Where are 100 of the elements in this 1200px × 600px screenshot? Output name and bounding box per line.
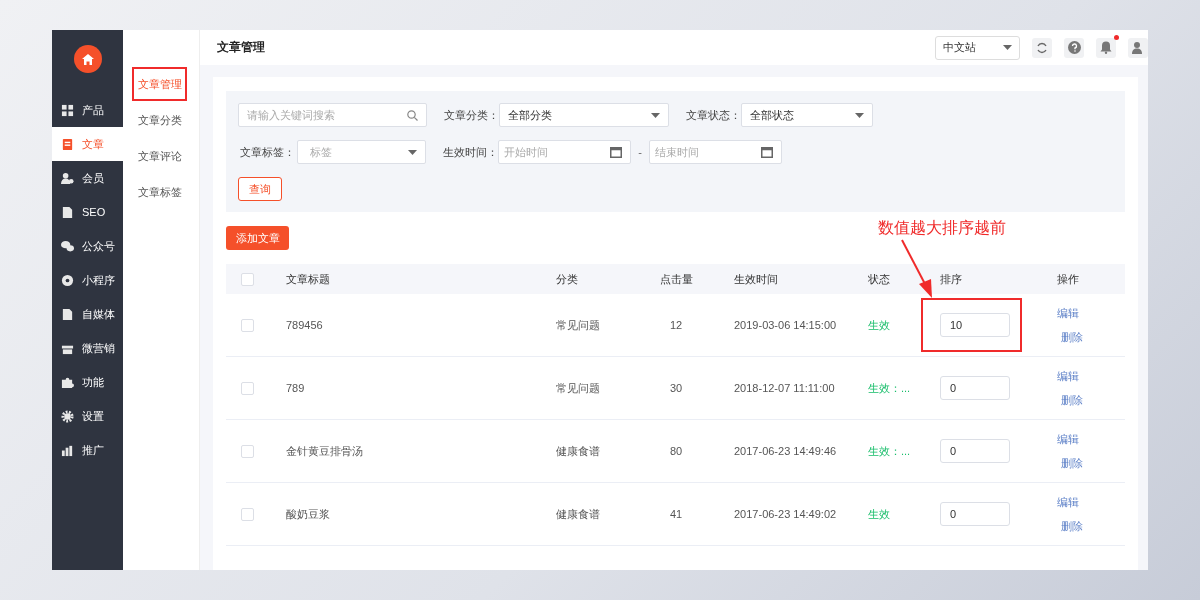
sidebar-item[interactable]: 自媒体 (52, 297, 123, 331)
settings-icon (61, 409, 74, 423)
subnav-item[interactable]: 文章标签 (132, 175, 187, 209)
sidebar-label: SEO (82, 206, 106, 218)
sidebar-item[interactable]: 推广 (52, 433, 123, 467)
subnav-item[interactable]: 文章管理 (132, 67, 187, 101)
article-title: 金针黄豆排骨汤 (286, 443, 363, 459)
sidebar-item[interactable]: SEO (52, 195, 123, 229)
status-text: 生效：... (868, 380, 911, 396)
page-title: 文章管理 (217, 39, 266, 56)
category-select[interactable]: 全部分类 (499, 103, 669, 127)
delete-link[interactable]: 删除 (1061, 518, 1083, 534)
file-icon (61, 307, 74, 321)
field-label: 文章标签： (239, 144, 296, 160)
sort-field[interactable]: 0 (940, 376, 1010, 400)
effective-time: 2017-06-23 14:49:46 (734, 445, 837, 457)
caret-icon (408, 149, 417, 155)
click-count: 30 (669, 382, 683, 394)
sidebar-item[interactable]: 微营销 (52, 331, 123, 365)
home-button[interactable] (73, 45, 102, 73)
refresh-icon (1036, 41, 1048, 54)
column-header: 点击量 (659, 271, 693, 287)
globe-icon (61, 273, 74, 287)
edit-link[interactable]: 编辑 (1057, 305, 1079, 321)
subnav-item[interactable]: 文章评论 (132, 139, 187, 173)
calendar-icon (761, 146, 773, 158)
status-text: 生效 (868, 506, 890, 522)
delete-link[interactable]: 删除 (1061, 329, 1083, 345)
row-checkbox[interactable] (241, 381, 254, 395)
status-select[interactable]: 全部状态 (741, 103, 873, 127)
sidebar-item[interactable]: 产品 (52, 93, 123, 127)
delete-link[interactable]: 删除 (1061, 392, 1083, 408)
effective-time: 2017-06-23 14:49:02 (734, 508, 837, 520)
bar-chart-icon (61, 443, 74, 457)
delete-link[interactable]: 删除 (1061, 455, 1083, 471)
column-header: 操作 (1057, 271, 1079, 287)
home-icon (81, 53, 94, 65)
sidebar-item[interactable]: 公众号 (52, 229, 123, 263)
sidebar-item[interactable]: 文章 (52, 127, 123, 161)
caret-icon (651, 112, 660, 118)
click-count: 12 (669, 319, 683, 331)
article-title: 789 (286, 382, 305, 394)
sidebar-label: 文章 (82, 136, 104, 152)
calendar-icon (610, 146, 622, 158)
category-cell: 常见问题 (556, 317, 600, 333)
caret-icon (855, 112, 864, 118)
help-icon (1067, 41, 1081, 54)
row-checkbox[interactable] (241, 318, 254, 332)
notification-button[interactable] (1096, 37, 1116, 58)
row-checkbox[interactable] (241, 444, 254, 458)
effective-time: 2019-03-06 14:15:00 (734, 319, 837, 331)
sidebar-label: 自媒体 (82, 306, 115, 322)
sidebar-label: 微营销 (82, 340, 115, 356)
sidebar-item[interactable]: 功能 (52, 365, 123, 399)
query-button[interactable]: 查询 (238, 177, 282, 201)
click-count: 80 (669, 445, 683, 457)
user-icon (1132, 41, 1144, 54)
effective-time: 2018-12-07 11:11:00 (734, 382, 835, 394)
search-icon (407, 109, 418, 121)
document-icon (61, 137, 74, 151)
puzzle-icon (61, 375, 74, 389)
file-icon (61, 205, 74, 219)
edit-link[interactable]: 编辑 (1057, 494, 1079, 510)
sidebar-label: 小程序 (82, 272, 115, 288)
edit-link[interactable]: 编辑 (1057, 368, 1079, 384)
column-header: 文章标题 (286, 271, 330, 287)
sidebar-item[interactable]: 小程序 (52, 263, 123, 297)
subnav-item[interactable]: 文章分类 (132, 103, 187, 137)
category-cell: 健康食谱 (556, 506, 600, 522)
status-text: 生效：... (868, 443, 911, 459)
sort-field[interactable]: 10 (940, 313, 1010, 337)
sidebar-item[interactable]: 设置 (52, 399, 123, 433)
row-checkbox[interactable] (241, 507, 254, 521)
refresh-button[interactable] (1032, 37, 1052, 58)
sort-field[interactable]: 0 (940, 502, 1010, 526)
range-separator: - (637, 146, 643, 158)
column-header: 分类 (556, 271, 578, 287)
click-count: 41 (669, 508, 683, 520)
help-button[interactable] (1064, 37, 1084, 58)
site-select[interactable]: 中文站 (935, 35, 1020, 60)
field-label: 文章状态： (685, 107, 741, 123)
caret-icon (1003, 45, 1012, 50)
edit-link[interactable]: 编辑 (1057, 431, 1079, 447)
select-all-checkbox[interactable] (241, 272, 254, 286)
grid-icon (61, 103, 74, 117)
column-header: 排序 (940, 271, 962, 287)
category-cell: 健康食谱 (556, 443, 600, 459)
users-icon (61, 171, 74, 185)
bell-icon (1100, 41, 1112, 54)
sidebar-item[interactable]: 会员 (52, 161, 123, 195)
sidebar-label: 功能 (82, 374, 104, 390)
column-header: 生效时间 (734, 271, 778, 287)
article-title: 789456 (286, 319, 323, 331)
article-title: 酸奶豆浆 (286, 506, 330, 522)
user-button[interactable] (1128, 37, 1148, 58)
annotation-text: 数值越大排序越前 (878, 218, 1006, 238)
sidebar-label: 会员 (82, 170, 104, 186)
sidebar-label: 推广 (82, 442, 104, 458)
sort-field[interactable]: 0 (940, 439, 1010, 463)
sidebar-label: 产品 (82, 102, 104, 118)
